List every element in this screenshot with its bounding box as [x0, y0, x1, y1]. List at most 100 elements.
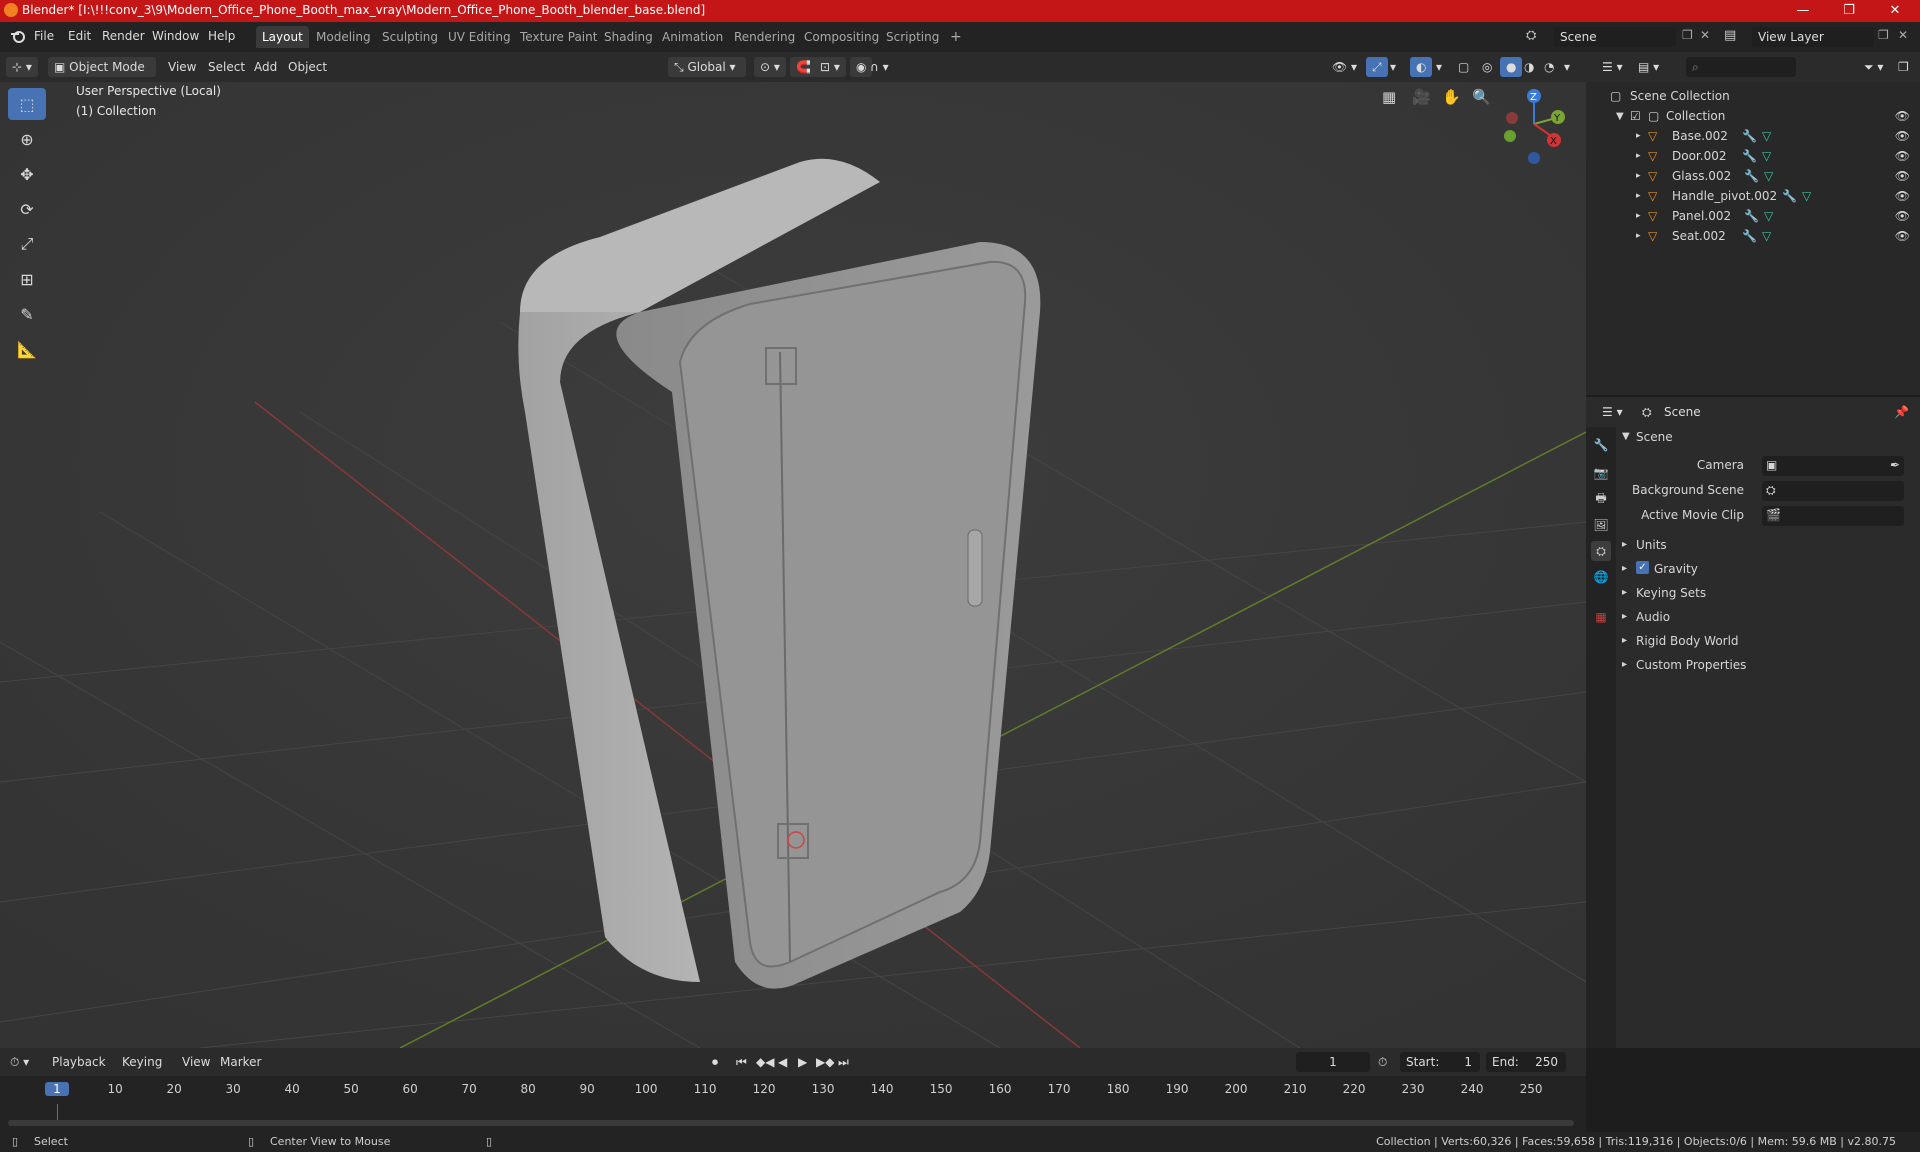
- menu-edit[interactable]: Edit: [68, 29, 91, 43]
- shading-solid-button[interactable]: ●: [1500, 57, 1523, 77]
- view-layer-browse-icon[interactable]: ▤: [1724, 28, 1736, 43]
- outliner-item[interactable]: ▸ ▽ Glass.002 🔧 ▽ 👁: [1586, 166, 1920, 186]
- add-workspace-button[interactable]: +: [944, 26, 968, 48]
- snap-toggle[interactable]: 🧲: [790, 57, 817, 77]
- keying-sets-panel-header[interactable]: ▸ Keying Sets: [1622, 583, 1914, 605]
- background-scene-field[interactable]: ⛭: [1762, 481, 1904, 501]
- timeline-menu-keying[interactable]: Keying: [122, 1052, 162, 1072]
- gravity-panel-header[interactable]: ▸ ✓ Gravity: [1622, 559, 1914, 581]
- menu-window[interactable]: Window: [152, 29, 199, 43]
- start-frame-field[interactable]: Start: 1: [1400, 1052, 1480, 1072]
- eye-icon[interactable]: 👁: [1895, 149, 1910, 163]
- outliner-scene-collection[interactable]: ▢ Scene Collection: [1586, 86, 1920, 106]
- audio-panel-header[interactable]: ▸ Audio: [1622, 607, 1914, 629]
- grid-toggle-icon[interactable]: ▦: [1382, 88, 1396, 106]
- overlay-toggle[interactable]: ◐: [1410, 57, 1433, 77]
- scene-panel-header[interactable]: ▼ Scene: [1622, 427, 1914, 449]
- annotate-tool[interactable]: ✎: [8, 298, 46, 330]
- tab-texture-paint[interactable]: Texture Paint: [514, 26, 603, 48]
- current-frame-field[interactable]: 1: [1296, 1052, 1370, 1072]
- tab-sculpting[interactable]: Sculpting: [376, 26, 444, 48]
- outliner-collection[interactable]: ▼ ☑ ▢ Collection 👁: [1586, 106, 1920, 126]
- minimize-button[interactable]: —: [1780, 0, 1826, 22]
- scene-new-icon[interactable]: ❐: [1682, 28, 1693, 42]
- pan-hand-icon[interactable]: ✋: [1442, 88, 1461, 106]
- collapse-arrow-icon[interactable]: ▼: [1616, 111, 1624, 122]
- eye-icon[interactable]: 👁: [1895, 209, 1910, 223]
- play-button[interactable]: ▶: [798, 1052, 807, 1072]
- scene-browse-icon[interactable]: ⛭: [1526, 28, 1536, 43]
- select-box-tool[interactable]: ⬚: [8, 88, 46, 120]
- collection-checkbox[interactable]: ☑: [1630, 109, 1641, 123]
- jump-end-button[interactable]: ⏭: [838, 1052, 849, 1072]
- outliner-item[interactable]: ▸ ▽ Handle_pivot.002 🔧 ▽ 👁: [1586, 186, 1920, 206]
- snap-target-dropdown[interactable]: ⊡ ▾: [814, 57, 846, 77]
- tab-rendering[interactable]: Rendering: [728, 26, 801, 48]
- timeline-menu-marker[interactable]: Marker: [220, 1052, 261, 1072]
- shading-wireframe-button[interactable]: ◎: [1482, 57, 1492, 77]
- prev-keyframe-button[interactable]: ◆◀: [756, 1052, 774, 1072]
- new-collection-icon[interactable]: ❐: [1898, 57, 1909, 77]
- viewport-menu-select[interactable]: Select: [208, 57, 245, 77]
- view-layer-remove-icon[interactable]: ✕: [1898, 28, 1908, 42]
- tab-layout[interactable]: Layout: [256, 26, 309, 48]
- xray-toggle[interactable]: ▢: [1458, 57, 1469, 77]
- next-keyframe-button[interactable]: ▶◆: [816, 1052, 834, 1072]
- visibility-dropdown[interactable]: 👁 ▾: [1332, 57, 1357, 77]
- outliner-item[interactable]: ▸ ▽ Seat.002 🔧 ▽ 👁: [1586, 226, 1920, 246]
- rigid-body-panel-header[interactable]: ▸ Rigid Body World: [1622, 631, 1914, 653]
- proportional-falloff-dropdown[interactable]: ∩ ▾: [870, 57, 889, 77]
- properties-editor-type-icon[interactable]: ☰ ▾: [1602, 402, 1623, 422]
- blender-menu-icon[interactable]: [10, 28, 26, 44]
- viewport-menu-add[interactable]: Add: [254, 57, 277, 77]
- viewport-menu-view[interactable]: View: [168, 57, 196, 77]
- eye-icon[interactable]: 👁: [1895, 189, 1910, 203]
- eye-icon[interactable]: 👁: [1895, 169, 1910, 183]
- cursor-tool[interactable]: ⊕: [8, 123, 46, 155]
- stopwatch-icon[interactable]: ⏱: [1378, 1052, 1387, 1072]
- custom-properties-panel-header[interactable]: ▸ Custom Properties: [1622, 655, 1914, 677]
- tab-shading[interactable]: Shading: [598, 26, 659, 48]
- display-mode-dropdown[interactable]: ▤ ▾: [1638, 57, 1659, 77]
- measure-tool[interactable]: 📐: [8, 333, 46, 365]
- transform-tool[interactable]: ⊞: [8, 263, 46, 295]
- maximize-button[interactable]: ❐: [1826, 0, 1872, 22]
- outliner-editor-type-icon[interactable]: ☰ ▾: [1602, 57, 1623, 77]
- play-reverse-button[interactable]: ◀: [778, 1052, 787, 1072]
- timeline-menu-view[interactable]: View: [182, 1052, 210, 1072]
- world-tab-icon[interactable]: 🌐: [1591, 567, 1611, 587]
- menu-render[interactable]: Render: [102, 29, 145, 43]
- view-layer-field[interactable]: View Layer: [1752, 27, 1874, 47]
- timeline-menu-playback[interactable]: Playback: [52, 1052, 106, 1072]
- rotate-tool[interactable]: ⟳: [8, 193, 46, 225]
- end-frame-field[interactable]: End: 250: [1486, 1052, 1566, 1072]
- menu-file[interactable]: File: [34, 29, 54, 43]
- eye-icon[interactable]: 👁: [1895, 129, 1910, 143]
- shading-material-button[interactable]: ◑: [1524, 57, 1534, 77]
- pin-icon[interactable]: 📌: [1894, 402, 1909, 422]
- mode-dropdown[interactable]: ▣ Object Mode ▾: [48, 57, 156, 94]
- navigation-gizmo[interactable]: Z Y X: [1496, 84, 1566, 164]
- gizmo-toggle[interactable]: ⤢: [1366, 57, 1388, 77]
- zoom-icon[interactable]: 🔍: [1472, 88, 1491, 106]
- outliner-search-input[interactable]: ⌕: [1686, 57, 1796, 77]
- timeline-editor-type-icon[interactable]: ⏱ ▾: [10, 1052, 29, 1072]
- transform-orientation-dropdown[interactable]: ⤡ Global ▾: [668, 57, 746, 77]
- tab-scripting[interactable]: Scripting: [880, 26, 945, 48]
- close-button[interactable]: ✕: [1872, 0, 1918, 22]
- overlay-dropdown[interactable]: ▾: [1436, 57, 1442, 77]
- outliner-item[interactable]: ▸ ▽ Base.002 🔧 ▽ 👁: [1586, 126, 1920, 146]
- 3d-viewport[interactable]: ⬚ ⊕ ✥ ⟳ ⤢ ⊞ ✎ 📐 User Perspective (Local)…: [0, 82, 1586, 1048]
- eye-icon[interactable]: 👁: [1895, 229, 1910, 243]
- scale-tool[interactable]: ⤢: [8, 228, 46, 260]
- shading-rendered-button[interactable]: ◔: [1544, 57, 1554, 77]
- eye-icon[interactable]: 👁: [1895, 109, 1910, 123]
- pivot-point-dropdown[interactable]: ⊙ ▾: [754, 57, 786, 77]
- viewport-menu-object[interactable]: Object: [288, 57, 327, 77]
- editor-type-icon[interactable]: ⊹ ▾: [6, 57, 38, 77]
- outliner-item[interactable]: ▸ ▽ Panel.002 🔧 ▽ 👁: [1586, 206, 1920, 226]
- filter-icon[interactable]: ⏷ ▾: [1864, 57, 1883, 77]
- timeline-scrollbar[interactable]: [8, 1120, 1574, 1126]
- camera-field[interactable]: ▣ ✒: [1762, 456, 1904, 476]
- tab-compositing[interactable]: Compositing: [798, 26, 885, 48]
